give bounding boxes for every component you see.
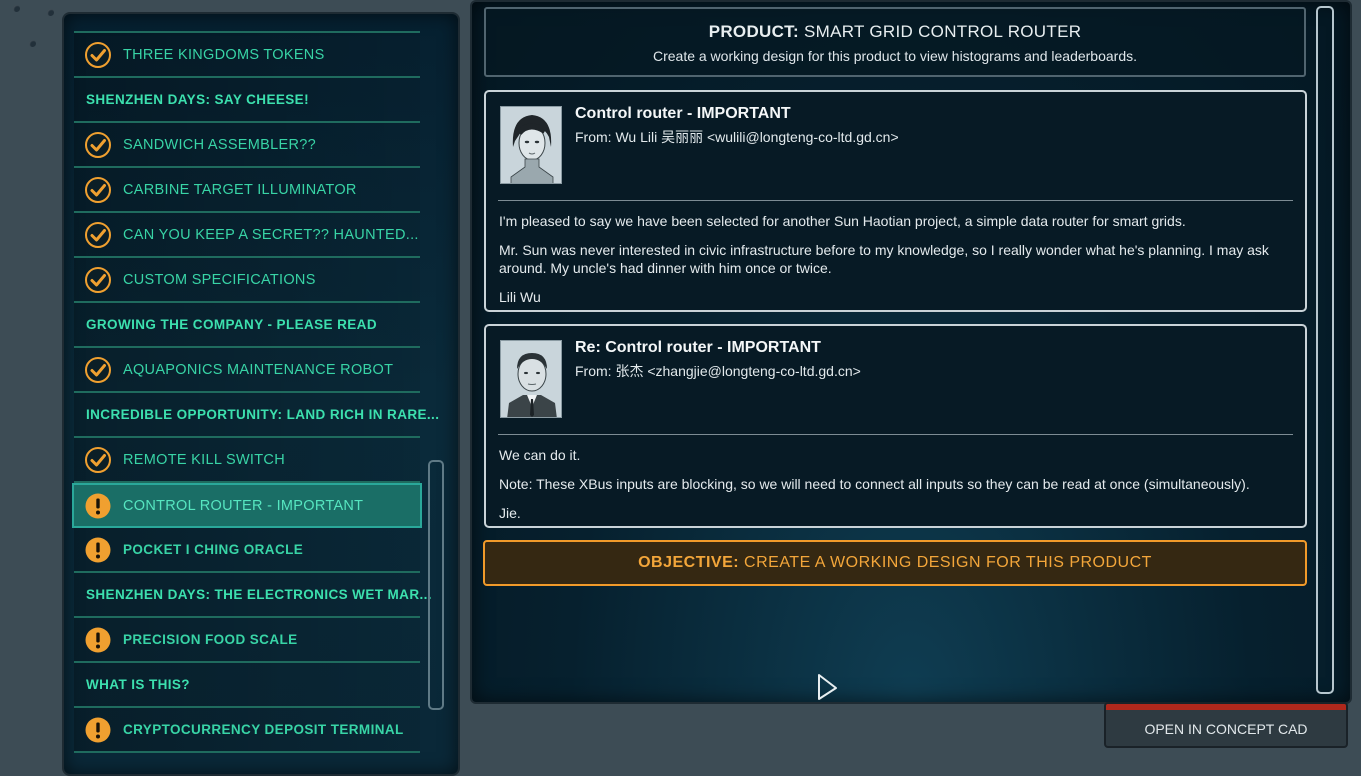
email-list-item[interactable]: CAN YOU KEEP A SECRET?? HAUNTED... bbox=[74, 213, 420, 258]
email-list-item[interactable]: GROWING THE COMPANY - PLEASE READ bbox=[74, 303, 420, 348]
email-list-item-label: WHAT IS THIS? bbox=[86, 677, 190, 692]
avatar-wu-lili bbox=[500, 106, 562, 184]
exclamation-circle-icon bbox=[85, 493, 111, 519]
exclamation-circle-icon bbox=[85, 537, 111, 563]
email-paragraph: Mr. Sun was never interested in civic in… bbox=[499, 242, 1269, 276]
email-from: From: Wu Lili 吴丽丽 <wulili@longteng-co-lt… bbox=[575, 129, 899, 145]
objective-text: CREATE A WORKING DESIGN FOR THIS PRODUCT bbox=[744, 554, 1152, 571]
email-list-item-label: GROWING THE COMPANY - PLEASE READ bbox=[86, 317, 377, 332]
email-list-item-label: REMOTE KILL SWITCH bbox=[123, 451, 285, 468]
email-subject: Control router - IMPORTANT bbox=[575, 105, 791, 122]
exclamation-circle-icon bbox=[85, 717, 111, 743]
email-list-item-label: INCREDIBLE OPPORTUNITY: LAND RICH IN RAR… bbox=[86, 407, 440, 422]
email-divider bbox=[498, 434, 1293, 435]
product-title: PRODUCT: SMART GRID CONTROL ROUTER bbox=[486, 22, 1304, 42]
email-list-scrollbar[interactable] bbox=[428, 460, 444, 710]
email-list-item-label: CUSTOM SPECIFICATIONS bbox=[123, 271, 316, 288]
email-list-item-label: SANDWICH ASSEMBLER?? bbox=[123, 136, 316, 153]
avatar-zhang-jie bbox=[500, 340, 562, 418]
email-list-item[interactable]: SHENZHEN DAYS: THE ELECTRONICS WET MAR..… bbox=[74, 573, 432, 618]
objective-banner: OBJECTIVE: CREATE A WORKING DESIGN FOR T… bbox=[483, 540, 1307, 586]
email-list-item[interactable]: REMOTE KILL SWITCH bbox=[74, 438, 420, 483]
panel-screw bbox=[29, 40, 36, 47]
email-body: We can do it. Note: These XBus inputs ar… bbox=[499, 446, 1285, 533]
email-paragraph: We can do it. bbox=[499, 447, 581, 463]
panel-screw bbox=[47, 9, 54, 16]
panel-screw bbox=[13, 5, 20, 12]
email-paragraph: I'm pleased to say we have been selected… bbox=[499, 213, 1186, 229]
email-list-panel: THREE KINGDOMS TOKENS SHENZHEN DAYS: SAY … bbox=[62, 12, 460, 776]
objective-prefix: OBJECTIVE: bbox=[638, 554, 740, 571]
product-name: SMART GRID CONTROL ROUTER bbox=[803, 22, 1082, 41]
email-list-item[interactable]: SHENZHEN DAYS: SAY CHEESE! bbox=[74, 78, 420, 123]
button-accent-bar bbox=[1106, 704, 1346, 710]
checkmark-circle-icon bbox=[85, 41, 111, 68]
email-list-item-label: PRECISION FOOD SCALE bbox=[123, 632, 298, 647]
email-divider bbox=[498, 200, 1293, 201]
checkmark-circle-icon bbox=[85, 356, 111, 383]
email-list-item[interactable]: AQUAPONICS MAINTENANCE ROBOT bbox=[74, 348, 420, 393]
checkmark-circle-icon bbox=[85, 266, 111, 293]
checkmark-circle-icon bbox=[85, 176, 111, 203]
email-list-item[interactable]: INCREDIBLE OPPORTUNITY: LAND RICH IN RAR… bbox=[74, 393, 439, 438]
email-list-item-label: AQUAPONICS MAINTENANCE ROBOT bbox=[123, 361, 394, 378]
email-body: I'm pleased to say we have been selected… bbox=[499, 212, 1285, 317]
email-list-item-label: CAN YOU KEEP A SECRET?? HAUNTED... bbox=[123, 226, 419, 243]
mouse-cursor-icon bbox=[818, 674, 837, 700]
checkmark-circle-icon bbox=[85, 221, 111, 248]
email-list-item-label: THREE KINGDOMS TOKENS bbox=[123, 46, 325, 63]
email-signature: Jie. bbox=[499, 505, 521, 521]
email-list-item[interactable]: CONTROL ROUTER - IMPORTANT bbox=[72, 483, 422, 528]
email-list-item[interactable]: POCKET I CHING ORACLE bbox=[74, 528, 420, 573]
email-list-item[interactable]: WHAT IS THIS? bbox=[74, 663, 420, 708]
email-message: Control router - IMPORTANT From: Wu Lili… bbox=[484, 90, 1307, 312]
email-list-item-label: CRYPTOCURRENCY DEPOSIT TERMINAL bbox=[123, 722, 404, 737]
email-from: From: 张杰 <zhangjie@longteng-co-ltd.gd.cn… bbox=[575, 363, 861, 379]
email-list-item[interactable]: THREE KINGDOMS TOKENS bbox=[74, 31, 420, 78]
email-paragraph: Note: These XBus inputs are blocking, so… bbox=[499, 476, 1250, 492]
email-list-item-label: SHENZHEN DAYS: THE ELECTRONICS WET MAR..… bbox=[86, 587, 432, 602]
checkmark-circle-icon bbox=[85, 446, 111, 473]
open-in-concept-cad-button[interactable]: OPEN IN CONCEPT CAD bbox=[1104, 702, 1348, 748]
email-list-item[interactable]: PRECISION FOOD SCALE bbox=[74, 618, 420, 663]
email-signature: Lili Wu bbox=[499, 289, 541, 305]
email-message: Re: Control router - IMPORTANT From: 张杰 … bbox=[484, 324, 1307, 528]
product-subtitle: Create a working design for this product… bbox=[652, 48, 1138, 64]
email-list-item[interactable]: CRYPTOCURRENCY DEPOSIT TERMINAL bbox=[74, 708, 420, 753]
email-list-item[interactable]: SANDWICH ASSEMBLER?? bbox=[74, 123, 420, 168]
email-list-item-label: SHENZHEN DAYS: SAY CHEESE! bbox=[86, 92, 309, 107]
checkmark-circle-icon bbox=[85, 131, 111, 158]
product-header: PRODUCT: SMART GRID CONTROL ROUTER Creat… bbox=[484, 7, 1306, 77]
open-cad-label: OPEN IN CONCEPT CAD bbox=[1144, 721, 1308, 737]
email-list-item[interactable]: CUSTOM SPECIFICATIONS bbox=[74, 258, 420, 303]
email-list-item[interactable]: CARBINE TARGET ILLUMINATOR bbox=[74, 168, 420, 213]
product-prefix: PRODUCT: bbox=[708, 22, 799, 41]
email-subject: Re: Control router - IMPORTANT bbox=[575, 339, 821, 356]
email-list: THREE KINGDOMS TOKENS SHENZHEN DAYS: SAY … bbox=[72, 31, 439, 753]
detail-scrollbar[interactable] bbox=[1316, 6, 1334, 694]
email-list-item-label: CONTROL ROUTER - IMPORTANT bbox=[123, 497, 364, 514]
email-list-item-label: CARBINE TARGET ILLUMINATOR bbox=[123, 181, 357, 198]
email-list-item-label: POCKET I CHING ORACLE bbox=[123, 542, 304, 557]
exclamation-circle-icon bbox=[85, 627, 111, 653]
